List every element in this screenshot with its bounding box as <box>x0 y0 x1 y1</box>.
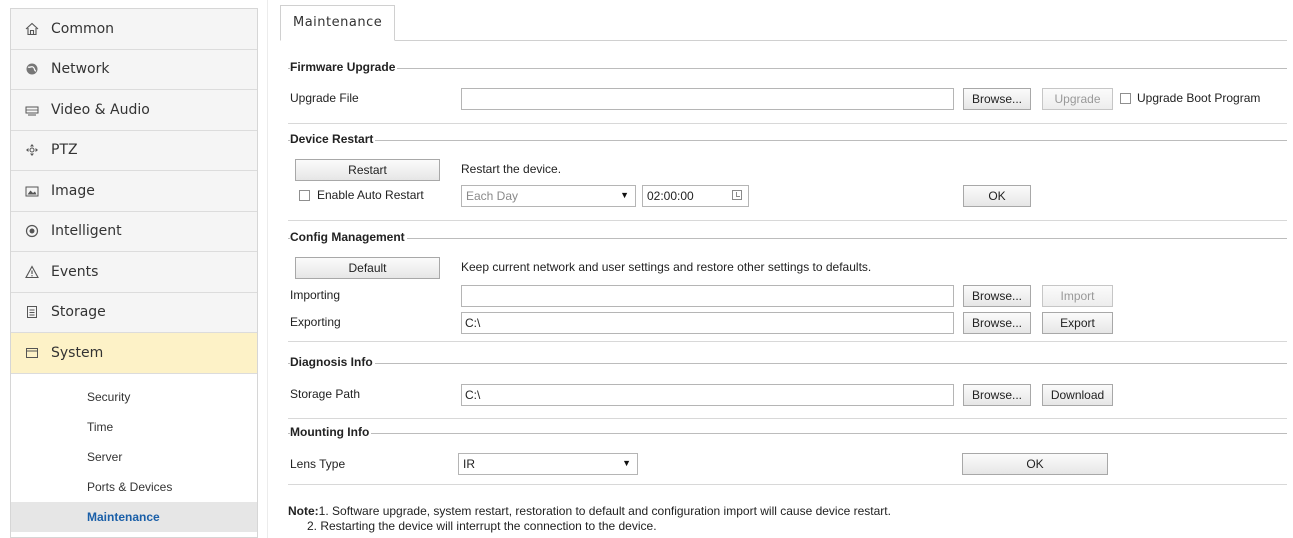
upgrade-button[interactable]: Upgrade <box>1042 88 1113 110</box>
exporting-label: Exporting <box>290 315 341 329</box>
system-icon <box>25 346 39 360</box>
note-line-1-text: 1. Software upgrade, system restart, res… <box>318 504 891 518</box>
upgrade-file-label: Upgrade File <box>290 91 359 105</box>
section-bottom-line <box>288 341 1287 342</box>
home-icon <box>25 22 39 36</box>
sidebar-item-label: Video & Audio <box>51 101 150 118</box>
section-divider <box>288 363 1287 364</box>
section-bottom-line <box>288 123 1287 124</box>
firmware-upgrade-section: Firmware Upgrade Upgrade File Browse... … <box>288 60 1287 124</box>
sidebar-item-image[interactable]: Image <box>11 171 257 212</box>
sidebar-subitem-ports-devices[interactable]: Ports & Devices <box>11 472 257 502</box>
section-bottom-line <box>288 418 1287 419</box>
storage-path-input[interactable]: C:\ <box>461 384 954 406</box>
ptz-icon <box>25 143 39 157</box>
lens-type-value: IR <box>463 457 475 471</box>
sidebar-item-video-audio[interactable]: Video & Audio <box>11 90 257 131</box>
download-button[interactable]: Download <box>1042 384 1113 406</box>
sidebar-item-intelligent[interactable]: Intelligent <box>11 211 257 252</box>
image-icon <box>25 184 39 198</box>
upgrade-boot-label: Upgrade Boot Program <box>1137 91 1261 105</box>
importing-label: Importing <box>290 288 341 302</box>
intelligent-icon <box>25 224 39 238</box>
restart-button[interactable]: Restart <box>295 159 440 181</box>
section-divider <box>288 433 1287 434</box>
section-title: Diagnosis Info <box>290 355 375 369</box>
section-bottom-line <box>288 220 1287 221</box>
mounting-ok-button[interactable]: OK <box>962 453 1108 475</box>
restart-time-input[interactable]: 02:00:00 <box>642 185 749 207</box>
restart-description: Restart the device. <box>461 162 562 176</box>
video-icon <box>25 103 39 117</box>
section-title: Config Management <box>290 230 407 244</box>
section-bottom-line <box>288 484 1287 485</box>
sidebar-subitem-maintenance[interactable]: Maintenance <box>11 501 257 532</box>
sidebar-item-network[interactable]: Network <box>11 49 257 90</box>
tab-bar: Maintenance <box>280 5 1287 41</box>
mounting-info-section: Mounting Info Lens Type IR ▼ OK <box>288 425 1287 485</box>
note-text: Note:1. Software upgrade, system restart… <box>288 504 891 534</box>
storage-icon <box>25 305 39 319</box>
diagnosis-browse-button[interactable]: Browse... <box>963 384 1031 406</box>
lens-type-label: Lens Type <box>290 457 346 471</box>
globe-icon <box>25 62 39 76</box>
section-divider <box>288 238 1287 239</box>
sidebar-subitem-server[interactable]: Server <box>11 442 257 472</box>
restart-frequency-select[interactable]: Each Day ▼ <box>461 185 636 207</box>
note-line-2: 2. Restarting the device will interrupt … <box>307 519 657 533</box>
sidebar-item-label: Image <box>51 182 95 199</box>
sidebar-menu: Common Network Video & Audio PTZ Image I… <box>10 8 258 538</box>
firmware-browse-button[interactable]: Browse... <box>963 88 1031 110</box>
auto-restart-checkbox[interactable] <box>299 190 310 201</box>
restart-frequency-value: Each Day <box>466 189 519 203</box>
sidebar-item-label: Intelligent <box>51 223 122 240</box>
sidebar-item-common[interactable]: Common <box>11 9 257 50</box>
section-title: Device Restart <box>290 132 376 146</box>
import-button[interactable]: Import <box>1042 285 1113 307</box>
sidebar-item-system[interactable]: System <box>11 333 257 374</box>
tab-maintenance[interactable]: Maintenance <box>280 5 396 41</box>
sidebar-item-ptz[interactable]: PTZ <box>11 130 257 171</box>
export-browse-button[interactable]: Browse... <box>963 312 1031 334</box>
diagnosis-info-section: Diagnosis Info Storage Path C:\ Browse..… <box>288 355 1287 419</box>
export-button[interactable]: Export <box>1042 312 1113 334</box>
restart-ok-button[interactable]: OK <box>963 185 1031 207</box>
clock-icon <box>732 190 742 200</box>
note-prefix: Note: <box>288 504 319 518</box>
auto-restart-label: Enable Auto Restart <box>317 188 424 202</box>
system-submenu: Security Time Server Ports & Devices Mai… <box>11 381 257 532</box>
default-button[interactable]: Default <box>295 257 440 279</box>
section-divider <box>288 68 1287 69</box>
sidebar-item-storage[interactable]: Storage <box>11 292 257 333</box>
import-file-input[interactable] <box>461 285 954 307</box>
sidebar-item-label: Storage <box>51 304 106 321</box>
main-panel: Maintenance Firmware Upgrade Upgrade Fil… <box>267 0 1293 538</box>
import-browse-button[interactable]: Browse... <box>963 285 1031 307</box>
sidebar-item-label: Events <box>51 263 99 280</box>
storage-path-label: Storage Path <box>290 387 361 401</box>
sidebar-item-label: Common <box>51 20 115 37</box>
lens-type-select[interactable]: IR ▼ <box>458 453 638 475</box>
config-management-section: Config Management Default Keep current n… <box>288 230 1287 342</box>
device-restart-section: Device Restart Restart Restart the devic… <box>288 132 1287 222</box>
sidebar-subitem-time[interactable]: Time <box>11 412 257 442</box>
section-title: Firmware Upgrade <box>290 60 398 74</box>
sidebar-item-events[interactable]: Events <box>11 252 257 293</box>
sidebar-item-label: PTZ <box>51 142 78 159</box>
upgrade-boot-checkbox[interactable] <box>1120 93 1131 104</box>
sidebar-item-label: Network <box>51 61 110 78</box>
section-divider <box>288 140 1287 141</box>
upgrade-file-input[interactable] <box>461 88 954 110</box>
note-line-1: Note:1. Software upgrade, system restart… <box>288 504 891 519</box>
restart-time-value: 02:00:00 <box>647 189 694 203</box>
section-title: Mounting Info <box>290 425 372 439</box>
sidebar-subitem-security[interactable]: Security <box>11 382 257 412</box>
dropdown-arrow-icon: ▼ <box>620 190 629 200</box>
export-path-input[interactable]: C:\ <box>461 312 954 334</box>
sidebar-item-label: System <box>51 344 104 361</box>
dropdown-arrow-icon: ▼ <box>622 458 631 468</box>
default-description: Keep current network and user settings a… <box>461 260 872 274</box>
warning-icon <box>25 265 39 279</box>
